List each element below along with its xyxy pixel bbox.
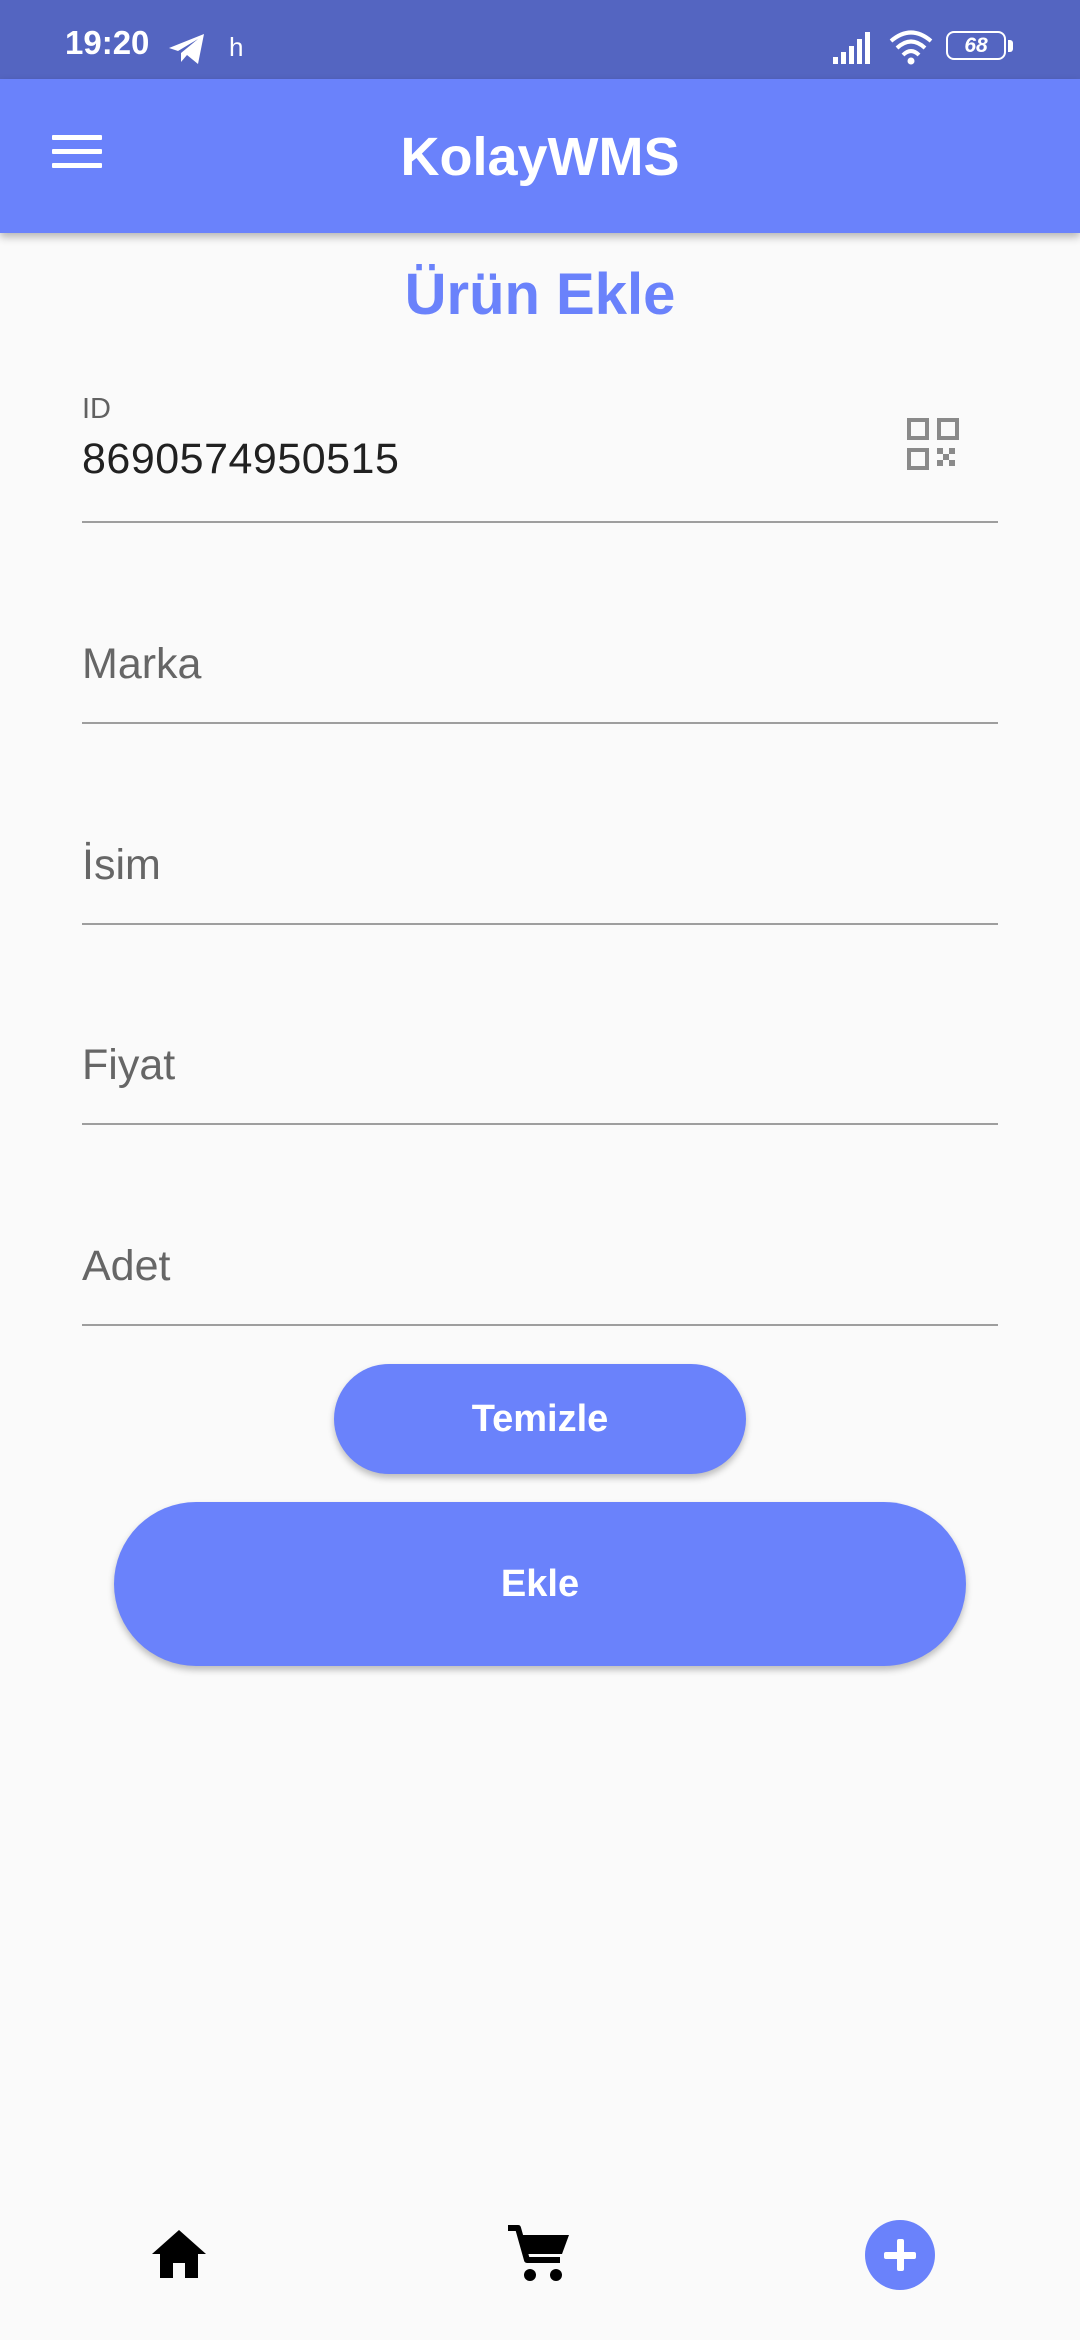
brand-field-placeholder: Marka [82, 640, 202, 688]
battery-icon: 68 [946, 31, 1016, 64]
name-field[interactable]: İsim [82, 795, 998, 925]
id-field[interactable]: ID 8690574950515 [82, 393, 998, 523]
bottom-navigation [0, 2190, 1080, 2340]
brand-field[interactable]: Marka [82, 594, 998, 724]
status-notification-letter: h [229, 32, 244, 62]
name-field-placeholder: İsim [82, 841, 161, 889]
page-title: Ürün Ekle [404, 262, 676, 327]
wifi-icon [889, 30, 933, 65]
price-field-underline [82, 1123, 998, 1125]
price-field-placeholder: Fiyat [82, 1041, 176, 1089]
add-circle-icon[interactable] [865, 2220, 935, 2290]
quantity-field-underline [82, 1324, 998, 1326]
id-field-value[interactable]: 8690574950515 [82, 434, 399, 484]
app-bar: KolayWMS [0, 79, 1080, 233]
brand-field-underline [82, 722, 998, 724]
quantity-field[interactable]: Adet [82, 1196, 998, 1326]
quantity-field-placeholder: Adet [82, 1242, 171, 1290]
status-bar: 19:20 h 68 [0, 0, 1080, 79]
add-button[interactable]: Ekle [114, 1502, 966, 1666]
home-icon[interactable] [150, 2228, 208, 2280]
signal-icon [833, 32, 870, 64]
telegram-icon [169, 34, 204, 64]
price-field[interactable]: Fiyat [82, 995, 998, 1125]
app-title: KolayWMS [400, 127, 680, 187]
clear-button[interactable]: Temizle [334, 1364, 746, 1474]
status-time: 19:20 [65, 24, 150, 61]
cart-icon[interactable] [506, 2224, 572, 2284]
name-field-underline [82, 923, 998, 925]
id-field-underline [82, 521, 998, 523]
qr-code-icon[interactable] [907, 418, 959, 470]
id-field-label: ID [82, 393, 111, 425]
battery-level: 68 [964, 34, 988, 57]
